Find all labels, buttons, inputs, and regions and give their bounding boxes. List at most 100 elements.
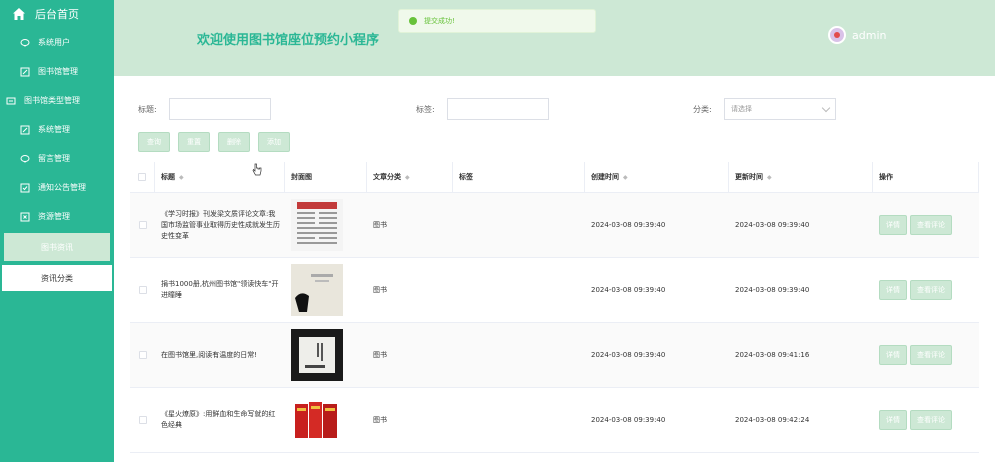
sidebar-item-system[interactable]: 系统管理 (0, 115, 114, 144)
table-body: 《学习时报》刊发梁文质评论文章:我国市场监管事业取得历史性成就发生历史性变革 图… (130, 193, 979, 453)
sidebar-subitem-news-category[interactable]: 资讯分类 (2, 265, 112, 291)
message-icon (20, 38, 30, 47)
sort-icon: ◆ (767, 173, 772, 181)
data-table: 标题 ◆ 封面图 文章分类 ◆ 标签 创建时间 ◆ 更新时间 ◆ 操作 《学习时报》刊发… (130, 162, 979, 453)
title-label: 标题: (138, 105, 157, 114)
chevron-down-icon (821, 103, 831, 112)
header-category[interactable]: 文章分类 ◆ (367, 162, 453, 192)
edit-icon (20, 67, 30, 76)
sidebar-item-label: 资源管理 (38, 212, 70, 221)
row-updated: 2024-03-08 09:39:40 (735, 286, 810, 294)
sidebar-item-book-news[interactable]: 图书资讯 (4, 233, 110, 261)
row-created: 2024-03-08 09:39:40 (591, 416, 666, 424)
action-buttons: 查询 重置 删除 添加 (138, 132, 290, 152)
tag-input[interactable] (447, 98, 549, 120)
toast-message: 提交成功! (424, 17, 455, 25)
sidebar-item-label: 留言管理 (38, 154, 70, 163)
sidebar-item-messages[interactable]: 留言管理 (0, 144, 114, 173)
view-comments-button[interactable]: 查看评论 (910, 280, 952, 300)
success-toast: 提交成功! (398, 9, 596, 33)
sidebar-item-users[interactable]: 系统用户 (0, 28, 114, 57)
user-menu[interactable]: admin (828, 26, 886, 44)
sidebar-item-library-type[interactable]: 图书馆类型管理 (0, 86, 114, 115)
row-checkbox[interactable] (138, 221, 147, 229)
row-title: 《星火燎原》:用鲜血和生命写就的红色经典 (161, 410, 276, 429)
view-comments-button[interactable]: 查看评论 (910, 410, 952, 430)
row-updated: 2024-03-08 09:42:24 (735, 416, 810, 424)
detail-button[interactable]: 详情 (879, 345, 907, 365)
sidebar-item-library[interactable]: 图书馆管理 (0, 57, 114, 86)
view-comments-button[interactable]: 查看评论 (910, 345, 952, 365)
table-row: 在图书馆里,阅读有温度的日常! 图书 2024-03-08 09:39:40 2… (130, 323, 979, 388)
edit-icon (20, 125, 30, 134)
avatar (828, 26, 846, 44)
row-title: 捐书1000册,杭州图书馆"领读快车"开进瞳睡 (161, 280, 279, 299)
hand-cursor-icon (252, 163, 262, 176)
query-button[interactable]: 查询 (138, 132, 170, 152)
cover-image (291, 264, 343, 316)
list-icon (6, 97, 16, 104)
row-updated: 2024-03-08 09:39:40 (735, 221, 810, 229)
row-tag (453, 323, 585, 387)
row-category: 图书 (373, 221, 387, 229)
cover-image (291, 199, 343, 251)
row-category: 图书 (373, 351, 387, 359)
close-box-icon (20, 212, 30, 221)
header-created[interactable]: 创建时间 ◆ (585, 162, 729, 192)
sidebar-home[interactable]: 后台首页 (0, 0, 114, 28)
select-all-checkbox[interactable] (138, 173, 146, 181)
sidebar-subitem-label: 资讯分类 (41, 273, 73, 283)
sidebar-item-resources[interactable]: 资源管理 (0, 202, 114, 231)
add-button[interactable]: 添加 (258, 132, 290, 152)
header-updated[interactable]: 更新时间 ◆ (729, 162, 873, 192)
sidebar-item-label: 系统用户 (38, 38, 70, 47)
checkbox-icon (20, 183, 30, 192)
row-updated: 2024-03-08 09:41:16 (735, 351, 810, 359)
sort-icon: ◆ (405, 173, 410, 181)
header-title[interactable]: 标题 ◆ (155, 162, 285, 192)
detail-button[interactable]: 详情 (879, 280, 907, 300)
header-tag: 标签 (453, 162, 585, 192)
delete-button[interactable]: 删除 (218, 132, 250, 152)
search-bar: 标题: 标签: 分类: 请选择 (114, 98, 995, 122)
home-icon (13, 8, 25, 20)
sidebar-item-label: 通知公告管理 (38, 183, 86, 192)
row-created: 2024-03-08 09:39:40 (591, 351, 666, 359)
message-icon (20, 154, 30, 163)
cover-image (291, 329, 343, 381)
sidebar-item-label: 图书资讯 (41, 242, 73, 252)
sort-icon: ◆ (623, 173, 628, 181)
username: admin (852, 28, 887, 42)
row-checkbox[interactable] (138, 286, 147, 294)
sidebar: 后台首页 系统用户 图书馆管理 图书馆类型管理 系统管理 留言管理 通知公告管理… (0, 0, 114, 462)
row-created: 2024-03-08 09:39:40 (591, 286, 666, 294)
row-checkbox[interactable] (138, 416, 147, 424)
cover-image (291, 394, 343, 446)
reset-button[interactable]: 重置 (178, 132, 210, 152)
check-circle-icon (409, 17, 417, 25)
table-row: 捐书1000册,杭州图书馆"领读快车"开进瞳睡 图书 2024-03-08 09… (130, 258, 979, 323)
sidebar-item-notices[interactable]: 通知公告管理 (0, 173, 114, 202)
detail-button[interactable]: 详情 (879, 215, 907, 235)
header-actions: 操作 (873, 162, 979, 192)
detail-button[interactable]: 详情 (879, 410, 907, 430)
table-row: 《学习时报》刊发梁文质评论文章:我国市场监管事业取得历史性成就发生历史性变革 图… (130, 193, 979, 258)
row-title: 《学习时报》刊发梁文质评论文章:我国市场监管事业取得历史性成就发生历史性变革 (161, 209, 280, 240)
sidebar-home-label: 后台首页 (35, 8, 79, 21)
sidebar-item-label: 图书馆管理 (38, 67, 78, 76)
row-tag (453, 388, 585, 452)
view-comments-button[interactable]: 查看评论 (910, 215, 952, 235)
category-label: 分类: (693, 105, 712, 114)
tag-label: 标签: (416, 105, 435, 114)
select-all-cell (130, 162, 155, 192)
sidebar-item-label: 系统管理 (38, 125, 70, 134)
title-input[interactable] (169, 98, 271, 120)
header: 欢迎使用图书馆座位预约小程序 提交成功! admin (114, 0, 995, 76)
row-category: 图书 (373, 286, 387, 294)
row-title: 在图书馆里,阅读有温度的日常! (161, 350, 258, 359)
row-checkbox[interactable] (138, 351, 147, 359)
sort-icon: ◆ (179, 173, 184, 181)
category-select[interactable]: 请选择 (724, 98, 836, 120)
header-cover: 封面图 (285, 162, 367, 192)
row-created: 2024-03-08 09:39:40 (591, 221, 666, 229)
